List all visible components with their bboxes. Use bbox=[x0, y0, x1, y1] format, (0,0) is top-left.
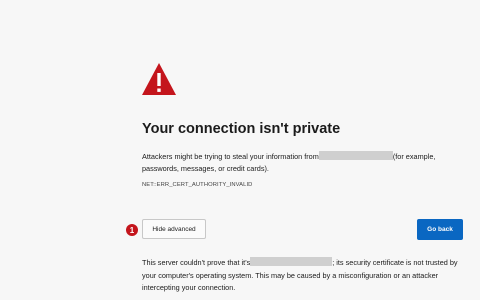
go-back-button[interactable]: Go back bbox=[417, 219, 463, 240]
details-text-start: This server couldn't prove that it's bbox=[142, 258, 251, 267]
description-text-start: Attackers might be trying to steal your … bbox=[142, 152, 319, 161]
advanced-details-text: This server couldn't prove that it's; it… bbox=[142, 257, 467, 295]
redacted-hostname bbox=[318, 151, 393, 160]
redacted-hostname-details bbox=[250, 257, 333, 266]
page-title: Your connection isn't private bbox=[142, 121, 341, 137]
error-code: NET::ERR_CERT_AUTHORITY_INVALID bbox=[142, 182, 253, 188]
privacy-warning-description: Attackers might be trying to steal your … bbox=[142, 151, 462, 174]
hide-advanced-button[interactable]: Hide advanced bbox=[142, 219, 206, 239]
annotation-badge: 1 bbox=[126, 224, 138, 236]
warning-triangle-icon bbox=[142, 63, 176, 95]
